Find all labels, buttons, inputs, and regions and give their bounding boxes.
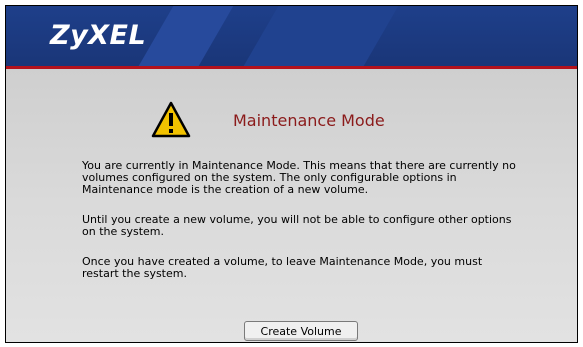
header-bar: ZyXEL (6, 6, 577, 66)
page-title: Maintenance Mode (233, 111, 385, 130)
create-volume-button[interactable]: Create Volume (244, 321, 358, 341)
warning-icon (151, 101, 191, 138)
header-decoration (243, 6, 399, 66)
notice-panel: Maintenance Mode You are currently in Ma… (6, 69, 577, 342)
notice-paragraph: Once you have created a volume, to leave… (82, 255, 483, 280)
header-decoration (138, 6, 234, 66)
notice-paragraph: You are currently in Maintenance Mode. T… (82, 159, 516, 196)
maintenance-window: ZyXEL Maintenance Mode You are currently… (5, 5, 578, 343)
notice-paragraph: Until you create a new volume, you will … (82, 213, 512, 238)
zyxel-logo: ZyXEL (50, 20, 147, 51)
